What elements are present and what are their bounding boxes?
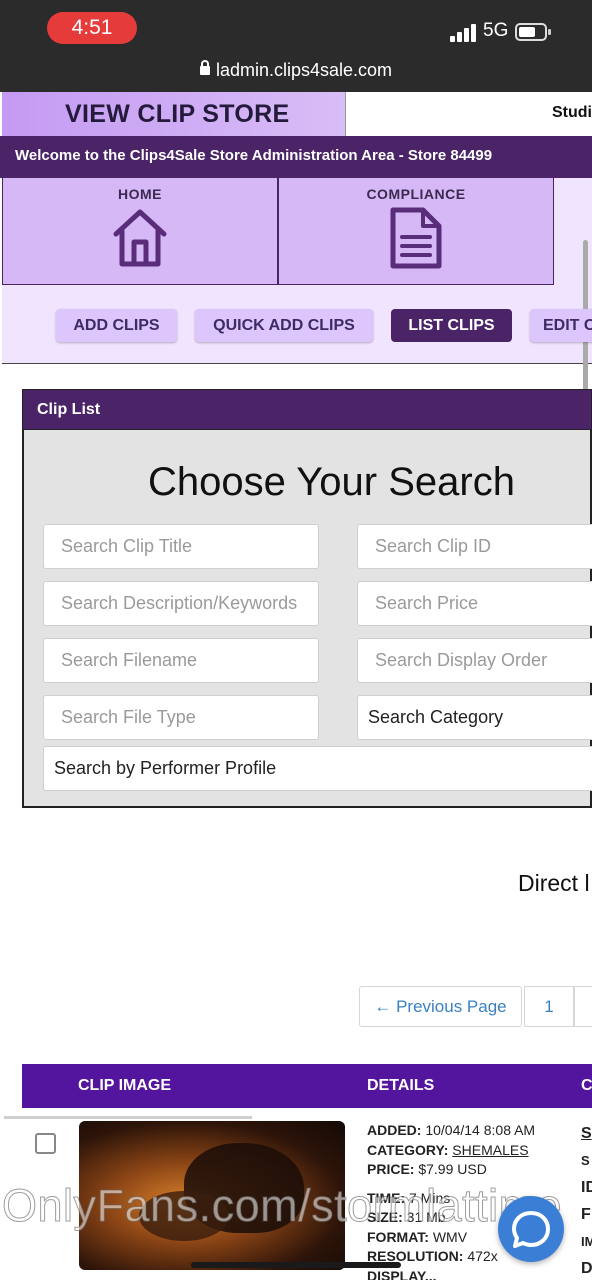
page-next-button[interactable] bbox=[574, 986, 592, 1027]
search-performer-select[interactable]: Search by Performer Profile bbox=[43, 746, 592, 791]
clip-list-header: Clip List bbox=[22, 389, 592, 430]
welcome-bar: Welcome to the Clips4Sale Store Administ… bbox=[0, 136, 592, 178]
table-scrollbar[interactable] bbox=[4, 1116, 252, 1119]
nav-tile-compliance-label: COMPLIANCE bbox=[366, 186, 466, 202]
detail-display: DISPLAY... bbox=[367, 1267, 437, 1280]
col-details: DETAILS bbox=[367, 1077, 435, 1094]
home-indicator bbox=[191, 1262, 401, 1268]
search-file-type-input[interactable]: Search File Type bbox=[43, 695, 319, 740]
nav-tile-compliance[interactable]: COMPLIANCE bbox=[278, 178, 554, 285]
document-icon bbox=[390, 207, 442, 269]
page-1-button[interactable]: 1 bbox=[524, 986, 574, 1027]
view-clip-store-link[interactable]: VIEW CLIP STORE bbox=[2, 92, 346, 136]
add-clips-button[interactable]: ADD CLIPS bbox=[56, 309, 177, 342]
search-heading: Choose Your Search bbox=[148, 460, 515, 504]
clip-table-header: CLIP IMAGE DETAILS C bbox=[22, 1064, 592, 1108]
detail-price: PRICE: $7.99 USD bbox=[367, 1161, 487, 1177]
search-category-select[interactable]: Search Category bbox=[357, 695, 592, 740]
category-link[interactable]: SHEMALES bbox=[452, 1142, 528, 1158]
network-label: 5G bbox=[483, 20, 509, 41]
url-text: ladmin.clips4sale.com bbox=[215, 60, 393, 80]
search-clip-id-input[interactable]: Search Clip ID bbox=[357, 524, 592, 569]
quick-add-clips-button[interactable]: QUICK ADD CLIPS bbox=[195, 309, 373, 342]
studio-link[interactable]: Studi bbox=[552, 104, 592, 122]
direct-label: Direct l bbox=[518, 870, 590, 896]
detail-added: ADDED: 10/04/14 8:08 AM bbox=[367, 1122, 536, 1138]
search-display-order-input[interactable]: Search Display Order bbox=[357, 638, 592, 683]
status-bar: 4:51 5G ladmin.clips4sale.com bbox=[0, 0, 592, 92]
chat-icon bbox=[512, 1211, 550, 1248]
search-description-input[interactable]: Search Description/Keywords bbox=[43, 581, 319, 626]
screen: 4:51 5G ladmin.clips4sale.com VIEW CLIP … bbox=[0, 0, 592, 1280]
view-clip-store-title: VIEW CLIP STORE bbox=[65, 100, 290, 128]
nav-tile-home-label: HOME bbox=[118, 186, 162, 202]
nav-tile-home[interactable]: HOME bbox=[2, 178, 278, 285]
url-bar[interactable]: ladmin.clips4sale.com bbox=[0, 60, 592, 81]
search-price-input[interactable]: Search Price bbox=[357, 581, 592, 626]
search-clip-title-input[interactable]: Search Clip Title bbox=[43, 524, 319, 569]
watermark-text: OnlyFans.com/stormlattime bbox=[1, 1180, 563, 1232]
status-time: 4:51 bbox=[47, 12, 137, 44]
col-third: C bbox=[581, 1077, 592, 1094]
list-clips-button[interactable]: LIST CLIPS bbox=[391, 309, 512, 342]
row-checkbox[interactable] bbox=[35, 1133, 56, 1154]
battery-icon bbox=[515, 23, 551, 41]
search-filename-input[interactable]: Search Filename bbox=[43, 638, 319, 683]
third-column-cells: S S ID F IM D bbox=[581, 1125, 592, 1277]
clip-list-title: Clip List bbox=[37, 401, 101, 418]
previous-page-button[interactable]: ← Previous Page bbox=[359, 986, 522, 1027]
edit-clips-button[interactable]: EDIT C bbox=[530, 309, 592, 342]
lock-icon bbox=[199, 60, 210, 75]
signal-icon bbox=[450, 24, 478, 42]
welcome-text: Welcome to the Clips4Sale Store Administ… bbox=[15, 147, 493, 164]
chat-button[interactable] bbox=[498, 1196, 564, 1262]
home-icon bbox=[113, 209, 167, 267]
detail-category: CATEGORY: SHEMALES bbox=[367, 1141, 529, 1158]
col-clip-image: CLIP IMAGE bbox=[78, 1077, 172, 1094]
